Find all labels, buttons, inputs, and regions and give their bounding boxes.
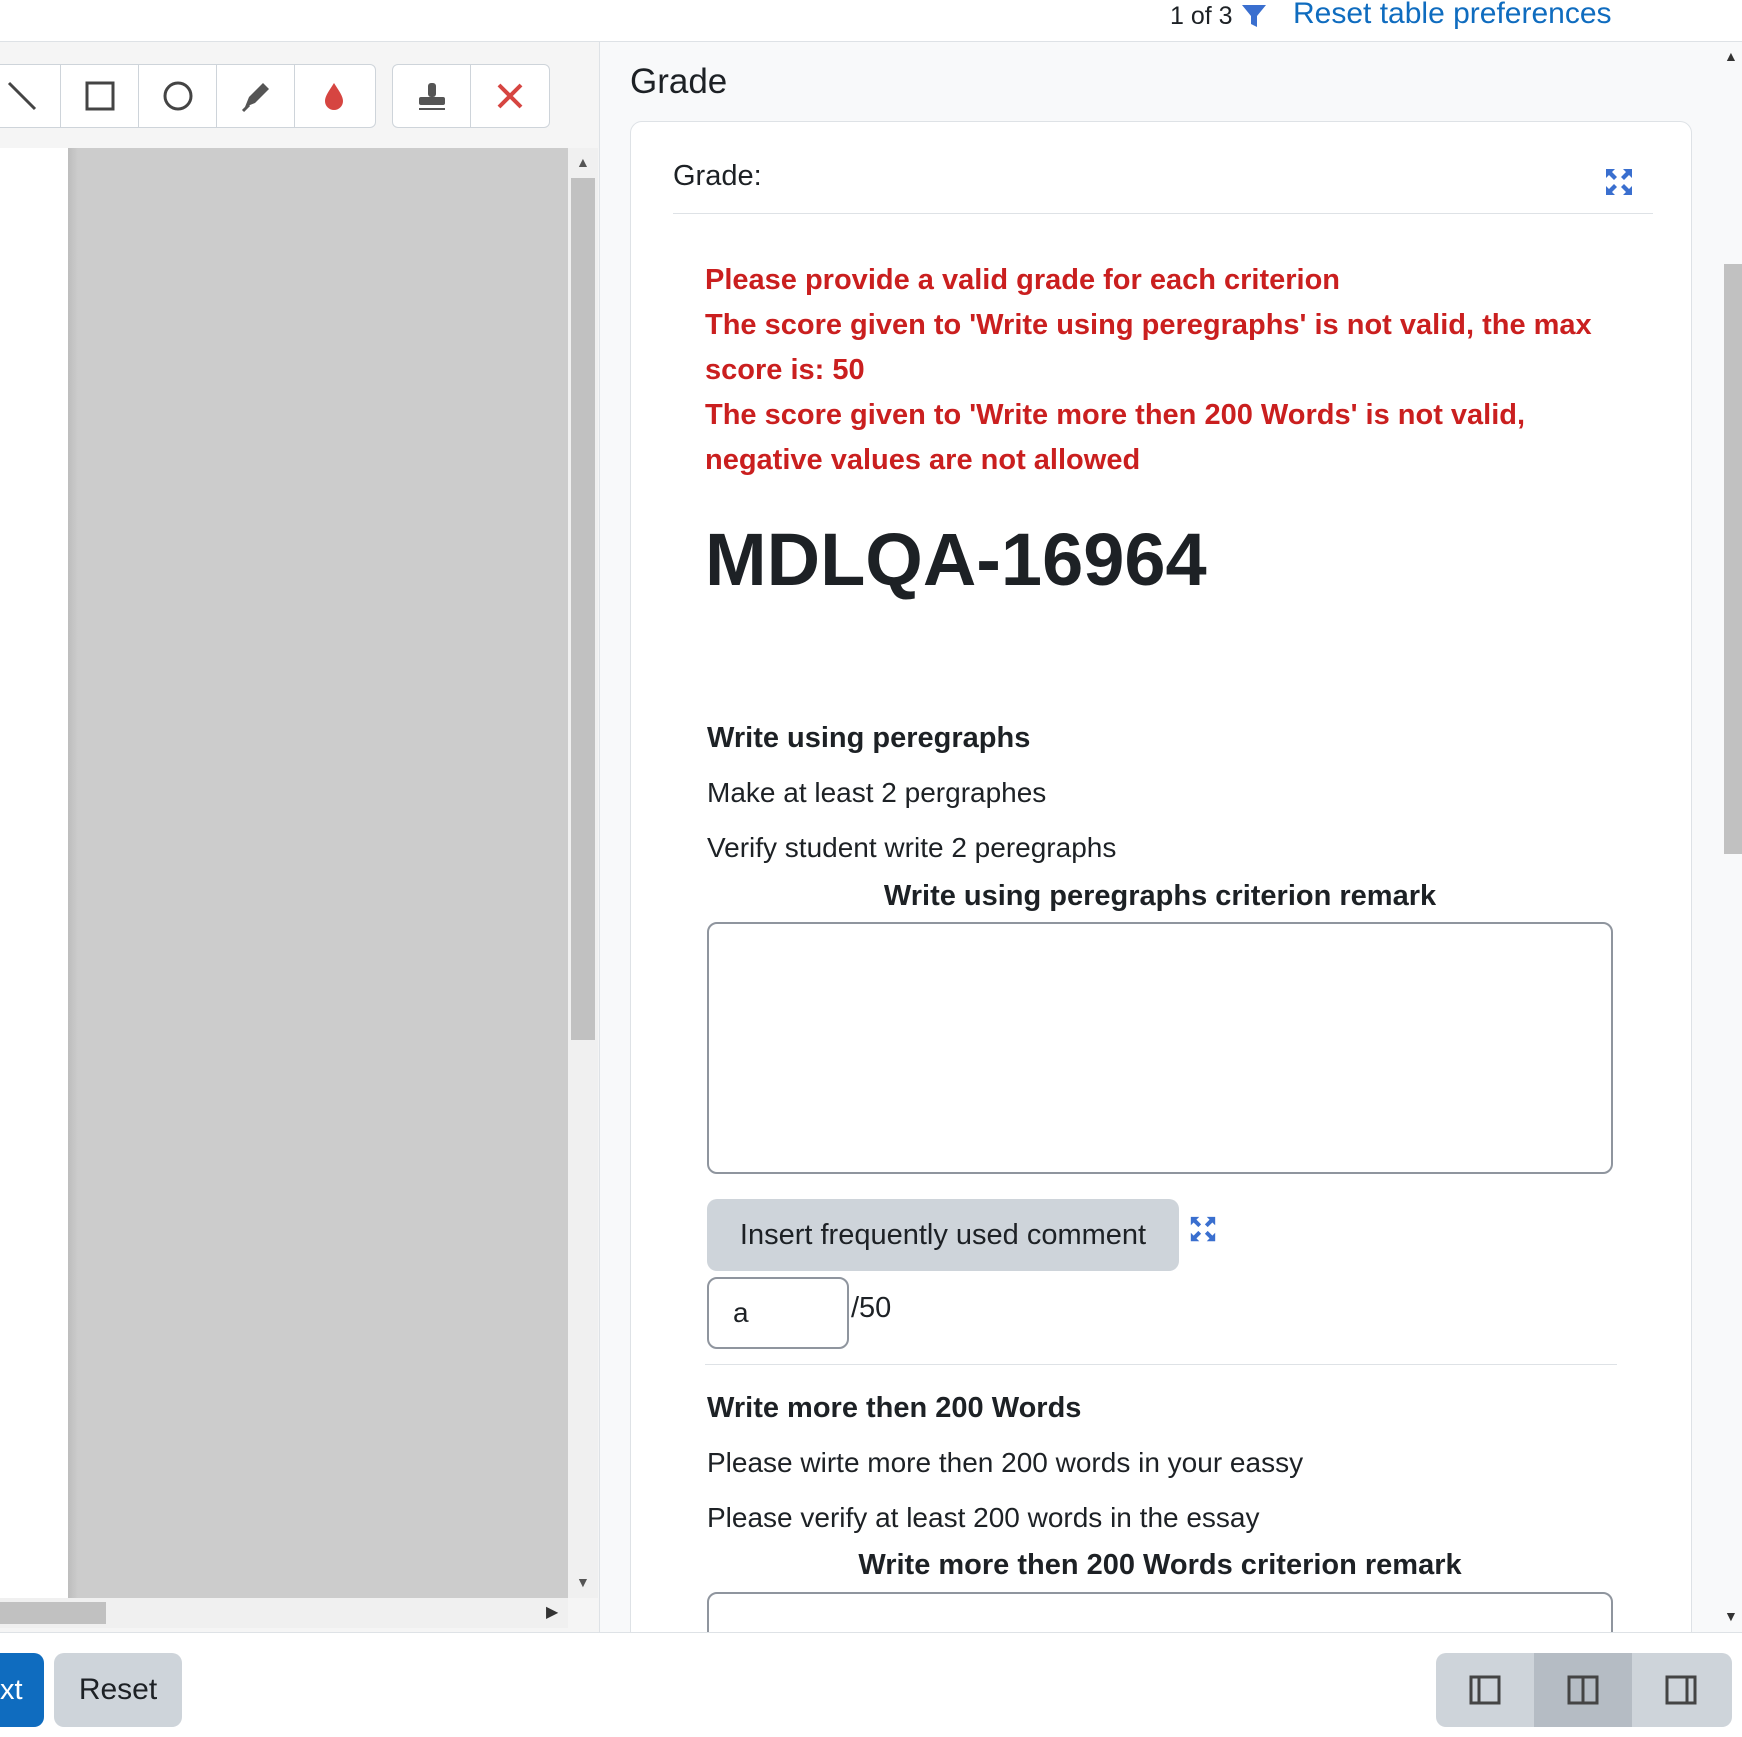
highlighter-icon (241, 83, 269, 113)
grade-card-header: Grade: (673, 152, 1653, 214)
remark-textarea[interactable] (707, 922, 1613, 1174)
document-page (0, 148, 68, 1598)
next-button[interactable]: xt (0, 1653, 44, 1727)
grade-pane: Grade Grade: Please provide a valid grad… (600, 42, 1742, 1632)
grade-heading: Grade (630, 62, 728, 101)
error-message: The score given to 'Write using peregrap… (705, 309, 1592, 386)
insert-frequent-comment-button[interactable]: Insert frequently used comment (707, 1199, 1179, 1271)
layout-collapse-review-button[interactable] (1632, 1653, 1730, 1727)
annotation-pane: ▲ ▼ ▶ (0, 42, 600, 1632)
color-picker-icon (325, 83, 343, 110)
criterion-title: Write using peregraphs (707, 722, 1031, 754)
scroll-up-arrow-icon[interactable]: ▲ (1724, 48, 1738, 64)
annotation-toolbar (0, 64, 376, 128)
bottom-action-bar: xt Reset (0, 1632, 1742, 1737)
remark-textarea[interactable] (707, 1592, 1613, 1632)
criterion-guidance: Verify student write 2 peregraphs (707, 832, 1117, 863)
delete-icon (497, 83, 523, 109)
error-message: The score given to 'Write more then 200 … (705, 399, 1526, 476)
grade-label: Grade: (673, 160, 762, 192)
scroll-down-arrow-icon[interactable]: ▼ (1724, 1608, 1738, 1624)
expand-icon[interactable] (1188, 1214, 1218, 1244)
document-viewer[interactable] (0, 148, 568, 1598)
layout-collapse-grade-button[interactable] (1436, 1653, 1534, 1727)
top-bar: 1 of 3 Reset table preferences (0, 0, 1742, 42)
oval-icon (163, 81, 192, 111)
scroll-right-arrow-icon[interactable]: ▶ (546, 1602, 558, 1622)
remark-label: Write more then 200 Words criterion rema… (858, 1549, 1462, 1581)
filter-icon[interactable] (1240, 2, 1268, 30)
criterion-description: Please wirte more then 200 words in your… (707, 1447, 1304, 1478)
delete-annotation-button[interactable] (471, 65, 549, 127)
scrollbar-thumb[interactable] (1724, 264, 1742, 854)
viewer-horizontal-scrollbar[interactable]: ▶ (0, 1598, 568, 1628)
remark-label: Write using peregraphs criterion remark (883, 880, 1437, 912)
criterion-divider (705, 1364, 1617, 1365)
stamp-tool-button[interactable] (393, 65, 471, 127)
scrollbar-thumb[interactable] (571, 178, 595, 1040)
layout-toggle-group (1436, 1653, 1732, 1727)
expand-icon[interactable] (1603, 166, 1635, 198)
sidebar-left-icon (1469, 1675, 1501, 1705)
error-message: Please provide a valid grade for each cr… (705, 264, 1341, 296)
oval-tool-button[interactable] (139, 65, 217, 127)
scroll-up-arrow-icon[interactable]: ▲ (576, 154, 590, 170)
rectangle-icon (85, 81, 114, 111)
criterion-max-score: /50 (851, 1292, 892, 1324)
filter-count: 1 of 3 (1170, 2, 1233, 30)
criterion-title: Write more then 200 Words (707, 1392, 1082, 1424)
criterion-score-input[interactable]: a (707, 1277, 849, 1349)
grade-card: Grade: Please provide a valid grade for … (630, 121, 1692, 1632)
line-icon (7, 81, 36, 111)
stamp-icon (418, 83, 445, 110)
color-picker-button[interactable] (295, 65, 373, 127)
criterion-guidance: Please verify at least 200 words in the … (707, 1502, 1260, 1533)
page-shadow (68, 148, 78, 1598)
viewer-vertical-scrollbar[interactable]: ▲ ▼ (568, 148, 598, 1598)
scroll-down-arrow-icon[interactable]: ▼ (576, 1574, 590, 1590)
reset-button[interactable]: Reset (54, 1653, 182, 1727)
line-tool-button[interactable] (0, 65, 61, 127)
rubric-title: MDLQA-16964 (705, 518, 1207, 601)
grade-pane-scrollbar[interactable]: ▲ ▼ (1712, 42, 1742, 1632)
layout-split-button[interactable] (1534, 1653, 1632, 1727)
sidebar-right-icon (1665, 1675, 1697, 1705)
scrollbar-thumb[interactable] (0, 1602, 106, 1624)
criterion-description: Make at least 2 pergraphes (707, 777, 1047, 808)
annotation-toolbar-secondary (392, 64, 550, 128)
reset-table-preferences-link[interactable]: Reset table preferences (1293, 0, 1612, 31)
validation-errors: Please provide a valid grade for each cr… (705, 258, 1605, 483)
split-view-icon (1567, 1675, 1599, 1705)
highlighter-tool-button[interactable] (217, 65, 295, 127)
rectangle-tool-button[interactable] (61, 65, 139, 127)
